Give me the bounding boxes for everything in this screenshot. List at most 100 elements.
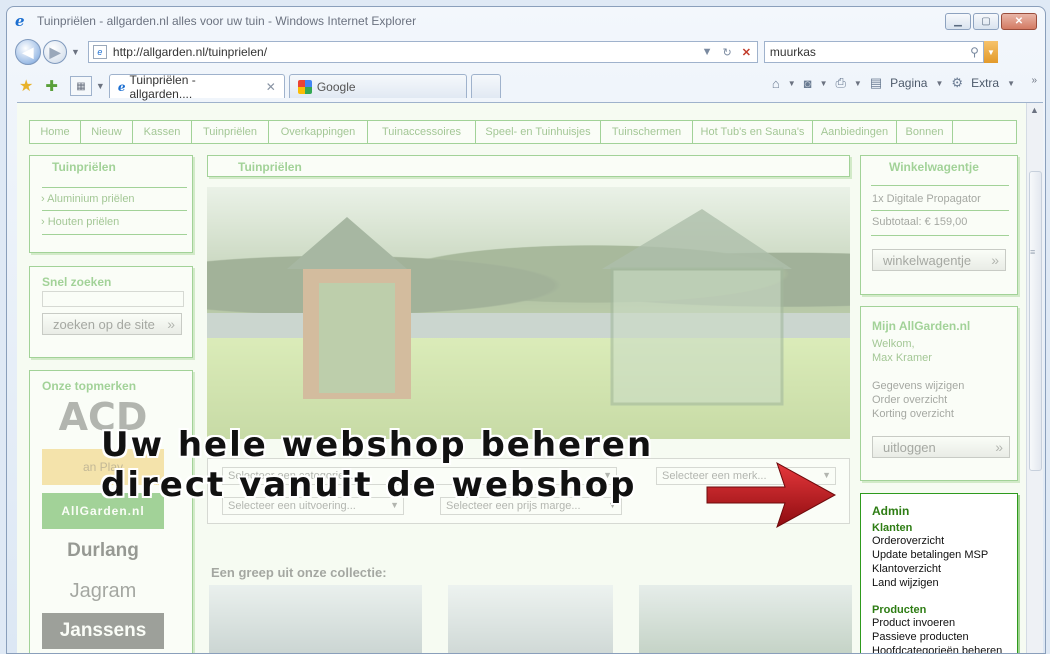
vertical-scrollbar[interactable]: ▲ ≡ <box>1026 103 1043 653</box>
favorites-star-icon[interactable]: ★ <box>19 76 33 96</box>
nav-tuinaccessoires[interactable]: Tuinaccessoires <box>368 121 476 143</box>
divider <box>42 210 187 211</box>
browser-window: e Tuinpriëlen - allgarden.nl alles voor … <box>6 6 1046 654</box>
account-link-gegevens[interactable]: Gegevens wijzigen <box>872 380 964 392</box>
category-link-aluminium[interactable]: › Aluminium priëlen <box>41 193 135 205</box>
nav-aanbiedingen[interactable]: Aanbiedingen <box>813 121 897 143</box>
nav-overkappingen[interactable]: Overkappingen <box>269 121 368 143</box>
address-bar[interactable]: e http://allgarden.nl/tuinprielen/ ▼ ↻ ✕ <box>87 41 758 63</box>
nav-home[interactable]: Home <box>30 121 81 143</box>
category-link-houten[interactable]: › Houten priëlen <box>41 216 119 228</box>
add-favorite-icon[interactable]: ✚ <box>45 77 58 95</box>
chevron-more-icon[interactable]: » <box>1031 75 1037 86</box>
tab-close-icon[interactable]: ✕ <box>266 80 276 94</box>
main-title: Tuinpriëlen <box>238 160 302 174</box>
account-welcome: Welkom, <box>872 338 915 350</box>
url-dropdown-icon[interactable]: ▼ <box>702 46 713 59</box>
nav-bonnen[interactable]: Bonnen <box>897 121 953 143</box>
search-box[interactable]: ⚲ <box>763 41 984 63</box>
page-favicon-icon: e <box>92 45 107 59</box>
admin-link-orderoverzicht[interactable]: Orderoverzicht <box>872 534 1017 548</box>
admin-box: Admin Klanten Orderoverzicht Update beta… <box>860 493 1018 653</box>
red-arrow-icon <box>706 461 837 529</box>
brand-logo-durlang[interactable]: Durlang <box>42 533 164 569</box>
logout-button[interactable]: uitloggen » <box>872 436 1010 458</box>
new-tab-button[interactable] <box>470 74 501 98</box>
button-label: zoeken op de site <box>53 316 155 332</box>
home-icon[interactable]: ⌂ <box>772 76 780 91</box>
account-link-orders[interactable]: Order overzicht <box>872 394 947 406</box>
admin-title: Admin <box>872 504 910 518</box>
admin-link-hoofdcategorieen[interactable]: Hoofdcategorieën beheren <box>872 644 1017 653</box>
account-box: Mijn AllGarden.nl Welkom, Max Kramer Geg… <box>860 306 1018 481</box>
quick-search-button[interactable]: zoeken op de site » <box>42 313 182 335</box>
home-dropdown-icon[interactable]: ▼ <box>788 79 796 88</box>
divider <box>871 235 1009 236</box>
overlay-line-1: Uw hele webshop beheren <box>101 425 654 465</box>
tab-tuinprielen[interactable]: e Tuinpriëlen - allgarden.... ✕ <box>108 73 285 101</box>
admin-link-klantoverzicht[interactable]: Klantoverzicht <box>872 562 1017 576</box>
search-icon[interactable]: ⚲ <box>970 45 983 59</box>
admin-link-update-betalingen[interactable]: Update betalingen MSP <box>872 548 1017 562</box>
close-button[interactable]: ✕ <box>1001 13 1037 30</box>
cart-button[interactable]: winkelwagentje » <box>872 249 1006 271</box>
account-title: Mijn AllGarden.nl <box>872 319 971 333</box>
double-chevron-icon: » <box>991 252 999 268</box>
search-provider-dropdown-icon[interactable]: ▼ <box>983 41 998 63</box>
extra-dropdown-icon[interactable]: ▼ <box>1007 79 1015 88</box>
hero-image <box>207 187 850 439</box>
extra-menu[interactable]: Extra <box>971 76 999 90</box>
admin-link-land-wijzigen[interactable]: Land wijzigen <box>872 576 1017 590</box>
account-link-korting[interactable]: Korting overzicht <box>872 408 954 420</box>
print-dropdown-icon[interactable]: ▼ <box>854 79 862 88</box>
admin-link-passieve-producten[interactable]: Passieve producten <box>872 630 1017 644</box>
product-thumbnail[interactable] <box>209 585 422 653</box>
admin-link-product-invoeren[interactable]: Product invoeren <box>872 616 1017 630</box>
tab-google[interactable]: Google <box>288 74 467 98</box>
back-button[interactable]: ◀ <box>15 39 41 65</box>
print-icon[interactable]: ⎙ <box>835 75 845 91</box>
refresh-icon[interactable]: ↻ <box>722 46 731 59</box>
stop-icon[interactable]: ✕ <box>742 46 751 59</box>
scroll-thumb[interactable] <box>1029 171 1042 471</box>
title-bar: e Tuinpriëlen - allgarden.nl alles voor … <box>7 7 1045 35</box>
divider <box>871 210 1009 211</box>
url-text[interactable]: http://allgarden.nl/tuinprielen/ <box>113 45 702 59</box>
webshop-page: Home Nieuw Kassen Tuinpriëlen Overkappin… <box>17 103 1026 653</box>
nav-tuinprielen[interactable]: Tuinpriëlen <box>192 121 269 143</box>
feeds-icon[interactable]: ◙ <box>804 76 812 91</box>
minimize-button[interactable]: ▁ <box>945 13 971 30</box>
scroll-up-icon[interactable]: ▲ <box>1030 105 1039 115</box>
maximize-button[interactable]: ▢ <box>973 13 999 30</box>
window-controls: ▁ ▢ ✕ <box>945 13 1037 30</box>
tab-list-dropdown-icon[interactable]: ▼ <box>96 81 105 91</box>
nav-tuinschermen[interactable]: Tuinschermen <box>601 121 693 143</box>
product-thumbnail[interactable] <box>639 585 852 653</box>
page-dropdown-icon[interactable]: ▼ <box>935 79 943 88</box>
nav-speel-en-tuinhuisjes[interactable]: Speel- en Tuinhuisjes <box>476 121 601 143</box>
gazebo-illustration <box>287 209 792 406</box>
search-input[interactable] <box>769 45 971 59</box>
tab-row: ★ ✚ ▦ ▼ e Tuinpriëlen - allgarden.... ✕ … <box>7 71 1045 101</box>
cart-title: Winkelwagentje <box>889 160 979 174</box>
feeds-dropdown-icon[interactable]: ▼ <box>820 79 828 88</box>
google-icon <box>297 79 312 94</box>
forward-button[interactable]: ▶ <box>43 40 67 64</box>
nav-nieuw[interactable]: Nieuw <box>81 121 133 143</box>
nav-hot-tubs-saunas[interactable]: Hot Tub's en Sauna's <box>693 121 813 143</box>
address-row: ◀ ▶ ▼ e http://allgarden.nl/tuinprielen/… <box>7 37 1045 67</box>
command-bar: ⌂ ▼ ◙ ▼ ⎙ ▼ ▤ Pagina ▼ ⚙ Extra ▼ <box>772 75 1015 91</box>
ie-logo-icon: e <box>15 12 25 30</box>
quick-tabs-icon[interactable]: ▦ <box>69 76 92 96</box>
nav-kassen[interactable]: Kassen <box>133 121 192 143</box>
quick-search-input[interactable] <box>42 291 184 307</box>
product-thumbnail[interactable] <box>448 585 613 653</box>
tab-ie-icon: e <box>117 79 126 94</box>
cart-box: Winkelwagentje 1x Digitale Propagator Su… <box>860 155 1018 295</box>
page-menu[interactable]: Pagina <box>890 76 927 90</box>
brands-title: Onze topmerken <box>42 379 137 393</box>
brand-logo-jagram[interactable]: Jagram <box>42 573 164 609</box>
main-navigation: Home Nieuw Kassen Tuinpriëlen Overkappin… <box>29 120 1017 144</box>
history-dropdown-icon[interactable]: ▼ <box>71 47 80 57</box>
brand-logo-janssens[interactable]: Janssens <box>42 613 164 649</box>
